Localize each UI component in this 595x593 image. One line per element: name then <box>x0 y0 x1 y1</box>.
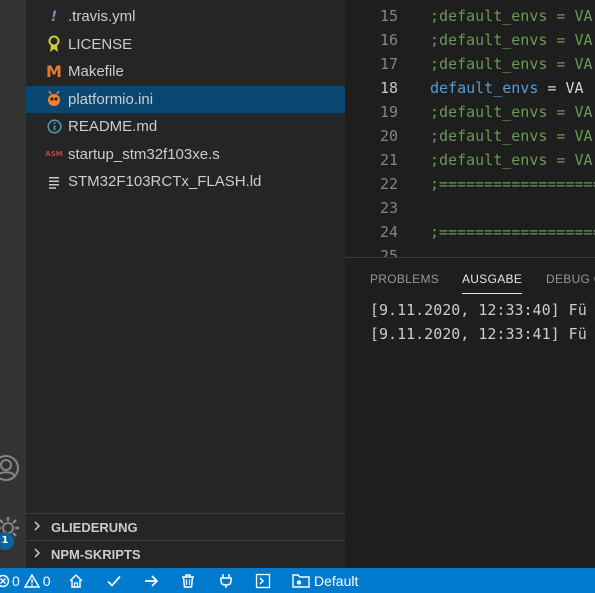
line-number: 16 <box>379 31 398 49</box>
line-text: ;default_envs = VA <box>430 7 593 25</box>
code-line: 18 default_envs = VA <box>345 76 595 100</box>
code-line: 19 ;default_envs = VA <box>345 100 595 124</box>
file-label: platformio.ini <box>68 90 154 108</box>
checkmark-icon <box>107 575 121 587</box>
line-number: 24 <box>379 223 398 241</box>
file-label: Makefile <box>68 63 124 81</box>
pio-clean-button[interactable] <box>180 568 196 593</box>
line-number: 21 <box>379 151 398 169</box>
active-tab-indicator <box>462 293 522 294</box>
makefile-m-icon: M <box>46 62 62 82</box>
line-number: 25 <box>379 247 398 257</box>
platformio-alien-icon <box>44 89 64 109</box>
pio-home-button[interactable] <box>68 568 84 593</box>
pio-terminal-button[interactable] <box>255 568 271 593</box>
account-icon[interactable] <box>0 452 22 484</box>
line-number: 15 <box>379 7 398 25</box>
plug-icon <box>220 573 232 588</box>
output-line: [9.11.2020, 12:33:40] Fü <box>370 301 587 319</box>
code-line: 17 ;default_envs = VA <box>345 52 595 76</box>
code-line: 22 ;================== <box>345 172 595 196</box>
setting-key: default_envs <box>430 79 539 97</box>
code-line: 24 ;================== <box>345 220 595 244</box>
warning-icon <box>23 573 40 588</box>
yaml-exclamation-icon: ! <box>50 8 58 25</box>
file-item-linker[interactable]: STM32F103RCTx_FLASH.ld <box>26 168 345 196</box>
file-label: STM32F103RCTx_FLASH.ld <box>68 173 262 191</box>
line-number: 23 <box>379 199 398 217</box>
code-line: 23 <box>345 196 595 220</box>
pio-env-switcher[interactable]: Default <box>292 568 358 593</box>
license-ribbon-icon <box>44 34 64 54</box>
explorer-sidebar: ! .travis.yml LICENSE M Makefile platfor… <box>26 0 345 568</box>
tab-debug-console[interactable]: DEBUG C <box>546 272 595 286</box>
file-label: startup_stm32f103xe.s <box>68 145 220 163</box>
pio-serial-monitor-button[interactable] <box>218 568 234 593</box>
code-line: 16 ;default_envs = VA <box>345 28 595 52</box>
code-line: 15 ;default_envs = VA <box>345 4 595 28</box>
error-count: 0 <box>12 572 20 589</box>
code-editor[interactable]: 15 ;default_envs = VA 16 ;default_envs =… <box>345 0 595 257</box>
file-item-travis[interactable]: ! .travis.yml <box>26 3 345 31</box>
code-line: 20 ;default_envs = VA <box>345 124 595 148</box>
file-item-readme[interactable]: README.md <box>26 113 345 141</box>
asm-icon-text: ASM <box>45 150 63 159</box>
file-label: README.md <box>68 118 158 136</box>
chevron-right-icon <box>32 520 48 534</box>
notification-badge: 1 <box>0 532 14 550</box>
info-icon <box>44 117 64 137</box>
file-item-makefile[interactable]: M Makefile <box>26 58 345 86</box>
line-text: ;default_envs = VA <box>430 151 593 169</box>
outline-title: GLIEDERUNG <box>51 519 138 535</box>
line-text: ;================== <box>430 175 595 193</box>
chevron-right-icon <box>32 547 48 561</box>
arrow-right-icon <box>145 574 159 587</box>
text-lines-icon <box>44 172 64 192</box>
line-text: ;default_envs = VA <box>430 103 593 121</box>
setting-operator: = <box>538 79 566 97</box>
asm-icon: ASM <box>44 144 64 164</box>
line-text: ;default_envs = VA <box>430 55 593 73</box>
output-line: [9.11.2020, 12:33:41] Fü <box>370 325 587 343</box>
tab-output[interactable]: AUSGABE <box>462 272 522 286</box>
file-label: LICENSE <box>68 35 133 53</box>
env-label: Default <box>314 572 359 589</box>
code-line: 21 ;default_envs = VA <box>345 148 595 172</box>
file-item-license[interactable]: LICENSE <box>26 31 345 59</box>
line-text: ;default_envs = VA <box>430 127 593 145</box>
warning-count: 0 <box>42 572 51 589</box>
activity-bar: 1 <box>0 0 26 568</box>
line-number: 22 <box>379 175 398 193</box>
home-icon <box>69 573 83 588</box>
npm-scripts-title: NPM-SKRIPTS <box>51 546 141 562</box>
pio-upload-button[interactable] <box>143 568 159 593</box>
line-text: ;default_envs = VA <box>430 31 593 49</box>
problems-status[interactable]: 0 0 <box>0 568 51 593</box>
line-text: default_envs = VA <box>430 76 584 100</box>
file-item-startup[interactable]: ASM startup_stm32f103xe.s <box>26 141 345 169</box>
error-icon <box>0 574 10 587</box>
line-text: ;================== <box>430 223 595 241</box>
status-bar: 0 0 Default <box>0 568 595 593</box>
panel-tabs: PROBLEMS AUSGABE DEBUG C <box>345 258 595 302</box>
line-number: 17 <box>379 55 398 73</box>
bottom-panel: PROBLEMS AUSGABE DEBUG C [9.11.2020, 12:… <box>345 257 595 568</box>
npm-scripts-section-header[interactable]: NPM-SKRIPTS <box>26 540 345 567</box>
file-item-platformio[interactable]: platformio.ini <box>26 85 345 113</box>
trash-icon <box>182 573 194 588</box>
file-tree: ! .travis.yml LICENSE M Makefile platfor… <box>26 3 345 196</box>
folder-env-icon <box>292 574 310 588</box>
line-number: 18 <box>379 79 398 97</box>
line-number: 19 <box>379 103 398 121</box>
code-line: 25 <box>345 244 595 257</box>
file-label: .travis.yml <box>68 8 136 26</box>
line-number: 20 <box>379 127 398 145</box>
setting-value: VA <box>565 79 584 97</box>
tab-problems[interactable]: PROBLEMS <box>370 272 439 286</box>
pio-build-button[interactable] <box>106 568 122 593</box>
outline-section-header[interactable]: GLIEDERUNG <box>26 513 345 540</box>
terminal-icon <box>255 573 271 588</box>
